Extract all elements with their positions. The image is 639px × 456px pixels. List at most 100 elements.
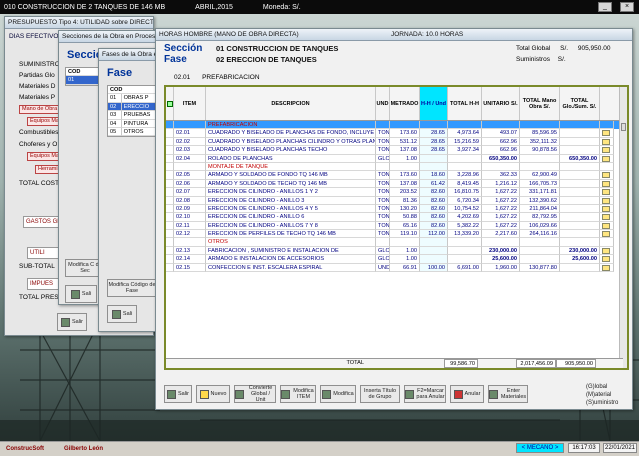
- presupuesto-item: Partidas Glo: [19, 72, 55, 79]
- cell-desc: ARMADO E INSTALACION DE ACCESORIOS: [206, 255, 376, 264]
- row-flag-icon[interactable]: [600, 188, 614, 197]
- row-flag-icon[interactable]: [600, 263, 614, 273]
- nuevo-button[interactable]: Nuevo: [196, 385, 230, 403]
- modifica-button[interactable]: Modifica: [320, 385, 356, 403]
- presupuesto-tab[interactable]: DIAS EFECTIVO: [9, 33, 58, 40]
- cell-total-mo: [520, 246, 560, 256]
- enter-materiales-button[interactable]: Enter Materiales: [488, 385, 528, 403]
- presupuesto-salir-button[interactable]: Salir: [57, 313, 87, 331]
- cell-hh: 82.60: [420, 221, 448, 231]
- hh-grid-header: ITEM DESCRIPCION UND METRADO H-H / Und T…: [166, 87, 627, 121]
- cell-item: [174, 162, 206, 172]
- group-title-row[interactable]: OTROS: [166, 238, 627, 247]
- col-item: ITEM: [174, 87, 206, 120]
- row-flag-icon[interactable]: [600, 255, 614, 264]
- fases-salir-button[interactable]: Sali: [107, 305, 137, 323]
- table-row[interactable]: 02.01 CUADRADO Y BISELADO DE PLANCHAS DE …: [166, 129, 627, 138]
- row-check: [166, 121, 174, 130]
- select-all-checkbox[interactable]: [166, 87, 174, 120]
- table-row[interactable]: 02.02 CUADRADO Y BISELADO PLANCHAS CILIND…: [166, 137, 627, 147]
- cell-total-gs: [560, 121, 600, 130]
- cell-total-gs: [560, 171, 600, 180]
- cell-metrado: 173.60: [390, 171, 420, 180]
- row-flag-icon[interactable]: [600, 230, 614, 239]
- row-flag-icon[interactable]: [600, 179, 614, 189]
- row-flag-icon[interactable]: [600, 238, 614, 247]
- inserta-titulo-button[interactable]: Inserta Título de Grupo: [360, 385, 400, 403]
- cell-total-hh: [448, 121, 482, 130]
- cell-total-mo: 62,900.49: [520, 171, 560, 180]
- table-row[interactable]: 02.14 ARMADO E INSTALACION DE ACCESORIOS G…: [166, 255, 627, 264]
- cell-metrado: 203.52: [390, 188, 420, 197]
- table-row[interactable]: 02.08 ERECCION DE CILINDRO - ANILLO 3 TON 8…: [166, 196, 627, 205]
- row-check: [166, 246, 174, 256]
- cell-item: 02.03: [174, 146, 206, 155]
- scrollbar-thumb[interactable]: [621, 123, 626, 131]
- cell-metrado: [390, 121, 420, 130]
- fase-cod: 03: [108, 111, 122, 120]
- fase-row[interactable]: 04 PINTURA: [108, 119, 160, 128]
- fase-row[interactable]: 02 ERECCIO: [108, 102, 160, 112]
- cell-total-gs: [560, 221, 600, 231]
- table-row[interactable]: 02.13 FABRICACION , SUMINISTRO E INSTALAC…: [166, 246, 627, 256]
- row-flag-icon[interactable]: [600, 137, 614, 147]
- cell-total-mo: 82,792.95: [520, 213, 560, 222]
- row-flag-icon[interactable]: [600, 121, 614, 130]
- cell-und: GLO: [376, 246, 390, 256]
- convierte-button[interactable]: Convierte Global / Unit: [234, 385, 276, 403]
- cell-total-mo: [520, 238, 560, 247]
- fase-row[interactable]: 03 PRUEBAS: [108, 111, 160, 120]
- row-flag-icon[interactable]: [600, 213, 614, 222]
- cell-hh: [420, 121, 448, 130]
- fase-row[interactable]: 01 OBRAS P: [108, 94, 160, 103]
- hh-grid-scrollbar[interactable]: [619, 87, 627, 368]
- cell-unitario: 662.96: [482, 137, 520, 147]
- table-row[interactable]: 02.10 ERECCION DE CILINDRO - ANILLO 6 TON 5…: [166, 213, 627, 222]
- marcar-anular-button[interactable]: F2=Marcar para Anular: [404, 385, 446, 403]
- fase-row[interactable]: 05 OTROS: [108, 127, 160, 137]
- secciones-salir-button[interactable]: Sali: [65, 285, 97, 303]
- modifica-item-button[interactable]: Modifica ITEM: [280, 385, 316, 403]
- cell-total-hh: 4,202.69: [448, 213, 482, 222]
- presupuesto-item: Materiales P: [19, 94, 56, 101]
- table-row[interactable]: 02.06 ARMADO Y SOLDADO DE TECHO TQ 146 MB…: [166, 179, 627, 189]
- cell-und: TON: [376, 188, 390, 197]
- hh-salir-button[interactable]: Salir: [164, 385, 192, 403]
- mano-obra-button[interactable]: Mano de Obra: [19, 105, 61, 114]
- table-row[interactable]: 02.03 CUADRADO Y BISELADO PLANCHAS TECHO T…: [166, 146, 627, 155]
- table-row[interactable]: 02.07 ERECCION DE CILINDRO - ANILLOS 1 Y …: [166, 188, 627, 197]
- row-flag-icon[interactable]: [600, 146, 614, 155]
- status-time: 16:17:03: [568, 443, 600, 453]
- cell-total-hh: [448, 255, 482, 264]
- fases-title: Fases de la Obra en Proceso: [99, 49, 159, 61]
- cell-desc: ERECCION DE PERFILES DE TECHO TQ 146 MB: [206, 230, 376, 239]
- table-row[interactable]: 02.12 ERECCION DE PERFILES DE TECHO TQ 14…: [166, 230, 627, 239]
- minimize-button[interactable]: _: [598, 2, 612, 12]
- row-flag-icon[interactable]: [600, 196, 614, 205]
- row-flag-icon[interactable]: [600, 221, 614, 231]
- table-row[interactable]: 02.11 ERECCION DE CILINDRO - ANILLOS 7 Y …: [166, 221, 627, 231]
- table-row[interactable]: 02.09 ERECCION DE CILINDRO - ANILLOS 4 Y …: [166, 204, 627, 214]
- cell-total-gs: [560, 188, 600, 197]
- table-row[interactable]: 02.05 ARMADO Y SOLDADO DE FONDO TQ 146 MB…: [166, 171, 627, 180]
- anular-button[interactable]: Anular: [450, 385, 484, 403]
- modifica-fase-button[interactable]: Modifica Código de Fase: [107, 279, 157, 297]
- cell-total-hh: 16,810.75: [448, 188, 482, 197]
- row-flag-icon[interactable]: [600, 204, 614, 214]
- row-flag-icon[interactable]: [600, 162, 614, 172]
- row-flag-icon[interactable]: [600, 246, 614, 256]
- col-total-gs: TOTAL Glo./Sum. S/.: [560, 87, 600, 120]
- footer-label: TOTAL: [346, 360, 364, 366]
- hh-grid: ITEM DESCRIPCION UND METRADO H-H / Und T…: [164, 85, 629, 370]
- row-flag-icon[interactable]: [600, 171, 614, 180]
- status-date: 22/01/2021: [603, 443, 637, 453]
- row-flag-icon[interactable]: [600, 129, 614, 138]
- modifica-label: Modifica: [333, 391, 354, 397]
- close-button[interactable]: ×: [620, 2, 634, 12]
- row-flag-icon[interactable]: [600, 154, 614, 163]
- table-row[interactable]: 02.15 CONFECCION E INST. ESCALERA ESPIRAL…: [166, 263, 627, 273]
- group-title-row[interactable]: PREFABRICACION: [166, 121, 627, 130]
- cell-total-hh: 4,973.64: [448, 129, 482, 138]
- table-row[interactable]: 02.04 ROLADO DE PLANCHAS GLO 1.00 650,350.00…: [166, 154, 627, 163]
- group-title-row[interactable]: MONTAJE DE TANQUE: [166, 162, 627, 172]
